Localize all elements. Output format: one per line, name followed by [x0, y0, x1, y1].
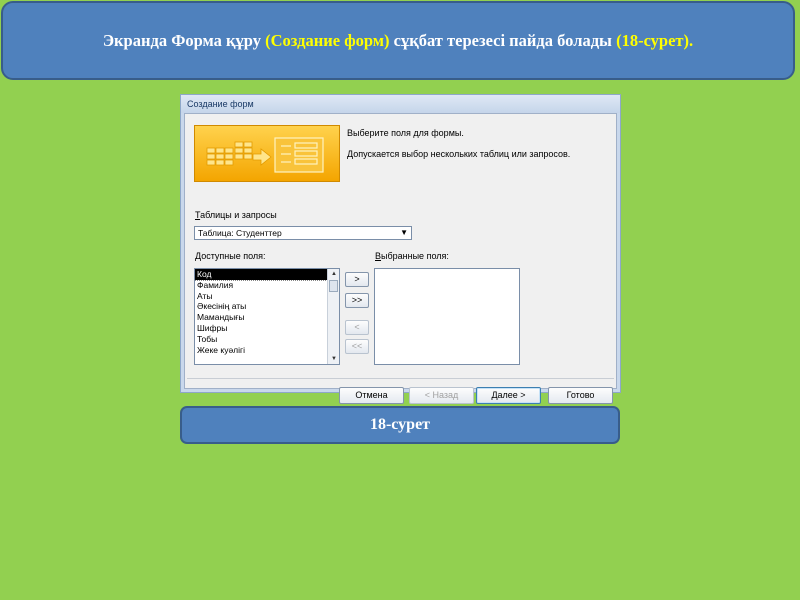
cancel-button[interactable]: Отмена: [339, 387, 404, 404]
available-field-item[interactable]: Мамандығы: [195, 312, 339, 323]
vertical-scrollbar[interactable]: ▲ ▼: [327, 269, 339, 364]
scroll-down-arrow-icon[interactable]: ▼: [328, 354, 339, 364]
scroll-thumb[interactable]: [329, 280, 338, 292]
available-field-item[interactable]: Әкесінің аты: [195, 301, 339, 312]
available-field-item[interactable]: Фамилия: [195, 280, 339, 291]
available-field-item[interactable]: Шифры: [195, 323, 339, 334]
next-button[interactable]: Далее >: [476, 387, 541, 404]
selected-fields-label: Выбранные поля:: [375, 251, 449, 261]
selected-fields-list[interactable]: [374, 268, 520, 365]
finish-button[interactable]: Готово: [548, 387, 613, 404]
title-part: сұқбат терезесі пайда болады: [389, 30, 617, 50]
tables-queries-combobox[interactable]: Таблица: Студенттер ▼: [194, 226, 412, 240]
add-all-fields-button[interactable]: >>: [345, 293, 369, 308]
dropdown-arrow-icon[interactable]: ▼: [400, 227, 408, 239]
title-part: Экранда Форма құру: [102, 30, 266, 50]
remove-all-fields-button[interactable]: <<: [345, 339, 369, 354]
label-rest: ыбранные поля:: [381, 251, 449, 261]
title-part-highlight: (18-сурет).: [616, 30, 694, 50]
available-fields-label: Доступные поля:: [195, 251, 266, 261]
available-field-item[interactable]: Код: [195, 269, 328, 281]
tables-queries-label: Таблицы и запросы: [195, 210, 277, 220]
available-field-item[interactable]: Жеке куәлігі: [195, 345, 339, 356]
label-rest: аблицы и запросы: [200, 210, 277, 220]
dialog-title: Создание форм: [181, 95, 620, 113]
form-wizard-dialog: Создание форм Выберите поля для формы. Д…: [180, 94, 621, 404]
available-field-item[interactable]: Аты: [195, 291, 339, 302]
label-rest: оступные поля:: [201, 251, 266, 261]
available-field-item[interactable]: Тобы: [195, 334, 339, 345]
back-button[interactable]: < Назад: [409, 387, 474, 404]
title-part-highlight: (Создание форм): [265, 30, 390, 50]
scroll-up-arrow-icon[interactable]: ▲: [328, 269, 339, 279]
slide-title-box: Экранда Форма құру (Создание форм) сұқба…: [1, 1, 795, 80]
combobox-value: Таблица: Студенттер: [198, 228, 282, 238]
instruction-text-2: Допускается выбор нескольких таблиц или …: [347, 149, 571, 159]
available-fields-list[interactable]: Код Фамилия Аты Әкесінің аты Мамандығы Шифры Т…: [194, 268, 340, 365]
remove-field-button[interactable]: <: [345, 320, 369, 335]
figure-caption: 18-сурет: [180, 406, 620, 444]
slide-title: Экранда Форма құру (Создание форм) сұқба…: [103, 31, 693, 51]
add-field-button[interactable]: >: [345, 272, 369, 287]
button-separator: [187, 378, 614, 379]
instruction-text-1: Выберите поля для формы.: [347, 128, 464, 138]
dialog-client-area: Выберите поля для формы. Допускается выб…: [184, 113, 617, 404]
wizard-banner-image: [194, 125, 340, 182]
